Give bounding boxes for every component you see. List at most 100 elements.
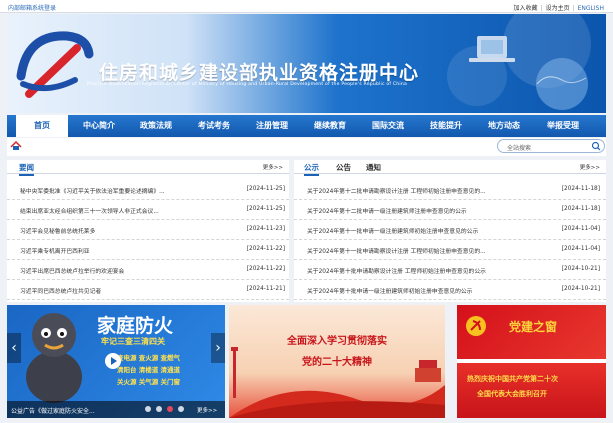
main-nav: 首页 中心简介 政策法规 考试考务 注册管理 继续教育 国际交流 技能提升 地方… [7,115,606,137]
house-icon [10,141,22,150]
notice-panel: 公示 公告 通知 更多>> 关于2024年第十二批申请勘察设计注册 工程师初始注… [294,160,606,302]
news-row[interactable]: 秘中央军委批准《习近平关于依法治军重要论述摘编》... [2024-11-25] [7,180,289,200]
news-tabs: 要闻 更多>> [7,160,289,176]
tab-publicity[interactable]: 公示 [304,162,319,176]
news-date: [2024-11-23] [246,226,285,232]
notice-date: [2024-11-04] [561,246,600,252]
notice-row[interactable]: 关于2024年第十批申请勘察设计注册 工程师初始注册申查意见的公示 [2024-1… [294,260,606,280]
carousel-more-link[interactable]: 更多>> [197,406,217,414]
notice-date: [2024-10-21] [561,286,600,292]
news-date: [2024-11-22] [246,246,285,252]
carousel-dot[interactable] [145,406,151,412]
notice-more-link[interactable]: 更多>> [580,163,600,171]
fire-headline: 家庭防火 [97,315,174,337]
news-row[interactable]: 习近平乘专机离开巴西利亚 [2024-11-22] [7,240,289,260]
carousel-dot-active[interactable] [167,406,173,412]
study-line-1: 全面深入学习贯彻落实 [287,336,387,347]
fire-item: 清阳台 清楼道 清通道 [117,366,181,374]
fire-mascot-image [26,313,82,403]
english-link[interactable]: ENGLISH [575,5,607,12]
news-title[interactable]: 结束出席亚太经合组织第三十一次领导人非正式会议... [20,206,210,215]
notice-row[interactable]: 关于2024年第十批申请一级注册建筑师初始注册申查意见的公示 [2024-10-2… [294,280,606,300]
news-row[interactable]: 习近平同巴西总统卢拉共见记者 [2024-11-21] [7,280,289,300]
set-homepage-link[interactable]: 设为主页 [543,5,573,12]
fire-slogan: 牢记三查三清四关 [101,337,165,346]
news-title[interactable]: 习近平乘专机离开巴西利亚 [20,246,210,255]
nav-skills[interactable]: 技能提升 [417,115,475,137]
notice-title[interactable]: 关于2024年第十二批申请一级注册建筑师注册申查意见的公示 [307,206,539,215]
nav-about[interactable]: 中心简介 [71,115,127,137]
party-building-window[interactable]: 党建之窗 热烈庆祝中国共产党第二十次 全国代表大会胜利召开 [457,305,606,418]
party-congress-banner: 热烈庆祝中国共产党第二十次 全国代表大会胜利召开 [457,363,606,418]
carousel-caption-bar: 公益广告《做过家庭防火安全... 更多>> [7,401,225,418]
search-input[interactable]: 全站搜索 [507,143,531,152]
news-date: [2024-11-21] [246,286,285,292]
news-date: [2024-11-22] [246,266,285,272]
tab-notification[interactable]: 通知 [366,162,381,173]
news-title[interactable]: 习近平出席巴西总统卢拉举行的欢迎宴会 [20,266,210,275]
study-banner[interactable]: 全面深入学习贯彻落实 党的二十大精神 [229,305,445,418]
nav-international[interactable]: 国际交流 [359,115,417,137]
party-heading: 党建之窗 [509,320,558,334]
site-subtitle: Practice Qualification Registration Cent… [87,82,408,87]
nav-home[interactable]: 首页 [16,115,68,137]
carousel-next-button[interactable]: › [211,333,225,363]
carousel-dot[interactable] [156,406,162,412]
news-title[interactable]: 习近平会见秘鲁前总统托莱多 [20,226,210,235]
top-bar: 内部邮箱系统登录 加入收藏 | 设为主页 | ENGLISH [0,0,613,13]
notice-row[interactable]: 关于2024年第十一批申请一级注册建筑师初始注册申查意见的公示 [2024-11-… [294,220,606,240]
nav-registration[interactable]: 注册管理 [243,115,301,137]
party-emblem-icon [466,316,486,336]
notice-date: [2024-11-18] [561,206,600,212]
internal-mail-login-link[interactable]: 内部邮箱系统登录 [8,3,56,12]
chevron-left-icon: ‹ [11,340,17,356]
tab-headlines[interactable]: 要闻 [19,162,34,176]
news-more-link[interactable]: 更多>> [263,163,283,171]
play-icon [111,357,117,365]
news-date: [2024-11-25] [246,186,285,192]
notice-title[interactable]: 关于2024年第十批申请勘察设计注册 工程师初始注册申查意见的公示 [307,266,539,275]
chevron-right-icon: › [215,340,221,356]
carousel-dot[interactable] [178,406,184,412]
news-row[interactable]: 习近平会见秘鲁前总统托莱多 [2024-11-23] [7,220,289,240]
news-title[interactable]: 习近平同巴西总统卢拉共见记者 [20,286,210,295]
header-banner: 住房和城乡建设部执业资格注册中心 Practice Qualification … [7,14,606,113]
news-panel: 要闻 更多>> 秘中央军委批准《习近平关于依法治军重要论述摘编》... [2024… [7,160,289,302]
play-button[interactable] [105,353,121,369]
notice-title[interactable]: 关于2024年第十一批申请勘察设计注册 工程师初始注册申查意见的... [307,246,539,255]
carousel-prev-button[interactable]: ‹ [7,333,21,363]
logo-icon [16,31,94,98]
notice-title[interactable]: 关于2024年第十一批申请一级注册建筑师初始注册申查意见的公示 [307,226,539,235]
notice-row[interactable]: 关于2024年第十一批申请勘察设计注册 工程师初始注册申查意见的... [2024… [294,240,606,260]
news-row[interactable]: 习近平出席巴西总统卢拉举行的欢迎宴会 [2024-11-22] [7,260,289,280]
notice-title[interactable]: 关于2024年第十二批申请勘察设计注册 工程师初始注册申查意见的... [307,186,539,195]
nav-exams[interactable]: 考试考务 [185,115,243,137]
news-date: [2024-11-25] [246,206,285,212]
notice-date: [2024-11-18] [561,186,600,192]
party-line-2: 全国代表大会胜利召开 [477,390,547,398]
notice-row[interactable]: 关于2024年第十二批申请勘察设计注册 工程师初始注册申查意见的... [2024… [294,180,606,200]
notice-tabs: 公示 公告 通知 更多>> [294,160,606,176]
carousel-caption[interactable]: 公益广告《做过家庭防火安全... [11,406,95,415]
nav-report[interactable]: 举报受理 [533,115,593,137]
top-links: 加入收藏 | 设为主页 | ENGLISH [511,3,607,12]
study-line-2: 党的二十大精神 [302,357,372,368]
notice-row[interactable]: 关于2024年第十二批申请一级注册建筑师注册申查意见的公示 [2024-11-18… [294,200,606,220]
add-favorite-link[interactable]: 加入收藏 [511,5,541,12]
nav-education[interactable]: 继续教育 [301,115,359,137]
fire-item: 查电源 查火源 查燃气 [117,354,181,362]
site-search-box[interactable]: 全站搜索 [497,139,605,153]
tab-announcement[interactable]: 公告 [336,162,351,173]
news-title[interactable]: 秘中央军委批准《习近平关于依法治军重要论述摘编》... [20,186,210,195]
notice-date: [2024-10-21] [561,266,600,272]
notice-date: [2024-11-04] [561,226,600,232]
party-line-1: 热烈庆祝中国共产党第二十次 [467,375,558,383]
news-row[interactable]: 结束出席亚太经合组织第三十一次领导人非正式会议... [2024-11-25] [7,200,289,220]
nav-local-news[interactable]: 地方动态 [475,115,533,137]
search-icon[interactable] [591,141,601,151]
nav-policies[interactable]: 政策法规 [127,115,185,137]
fire-safety-carousel[interactable]: 家庭防火 牢记三查三清四关 查电源 查火源 查燃气 清阳台 清楼道 清通道 关火… [7,305,225,418]
notice-title[interactable]: 关于2024年第十批申请一级注册建筑师初始注册申查意见的公示 [307,286,539,295]
party-header: 党建之窗 [457,305,606,359]
site-title: 住房和城乡建设部执业资格注册中心 [99,62,420,84]
